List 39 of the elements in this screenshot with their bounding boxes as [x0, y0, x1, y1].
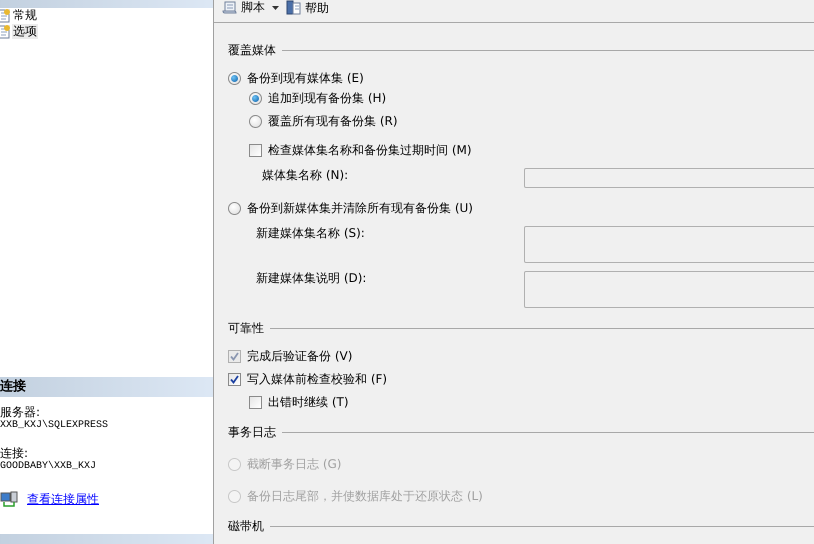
checkbox[interactable]: [249, 396, 262, 408]
radio-button[interactable]: [228, 202, 241, 214]
book-icon: [286, 0, 302, 15]
option-label: 写入媒体前检查校验和 (F): [247, 371, 388, 388]
connection-properties-link[interactable]: 查看连接属性: [27, 492, 99, 506]
page-item[interactable]: 选项: [12, 24, 38, 40]
option-label: 检查媒体集名称和备份集过期时间 (M): [268, 142, 472, 159]
toolbar-button[interactable]: 帮助: [284, 0, 331, 15]
page-item[interactable]: 常规: [12, 8, 38, 24]
option-label: 备份到新媒体集并清除所有现有备份集 (U): [247, 200, 473, 217]
option-label: 备份到现有媒体集 (E): [247, 70, 364, 87]
field-label: 媒体集名称 (N):: [261, 168, 350, 184]
radio-button[interactable]: [228, 72, 241, 84]
field-label: 服务器:: [0, 404, 42, 419]
field-value: XXB_KXJ\SQLEXPRESS: [0, 418, 110, 433]
option-label: 出错时继续 (T): [268, 394, 349, 411]
section-title: 可靠性: [228, 320, 264, 337]
section-title: 磁带机: [228, 518, 264, 535]
text-area[interactable]: [524, 271, 814, 308]
option-label: 追加到现有备份集 (H): [268, 90, 386, 107]
radio-button[interactable]: [249, 92, 262, 104]
network-computer-icon: [0, 490, 19, 508]
field-value: GOODBABY\XXB_KXJ: [0, 460, 98, 474]
option-label: 备份日志尾部，并使数据库处于还原状态 (L): [247, 488, 483, 505]
checkbox[interactable]: [228, 372, 241, 386]
option-label: 截断事务日志 (G): [247, 456, 342, 473]
checkbox[interactable]: [249, 144, 262, 156]
field-label: 连接:: [0, 446, 30, 460]
field-label: 新建媒体集名称 (S):: [255, 226, 366, 242]
section-title: 覆盖媒体: [228, 42, 276, 59]
option-label: 覆盖所有现有备份集 (R): [268, 113, 398, 130]
section-title: 连接: [0, 378, 26, 396]
option-label: 完成后验证备份 (V): [247, 348, 352, 365]
toolbar-button[interactable]: 脚本: [220, 0, 267, 14]
section-title: 事务日志: [228, 424, 276, 441]
text-area[interactable]: [524, 226, 814, 263]
input-field[interactable]: [524, 168, 814, 188]
radio-button[interactable]: [249, 114, 262, 128]
field-label: 新建媒体集说明 (D):: [255, 271, 368, 287]
